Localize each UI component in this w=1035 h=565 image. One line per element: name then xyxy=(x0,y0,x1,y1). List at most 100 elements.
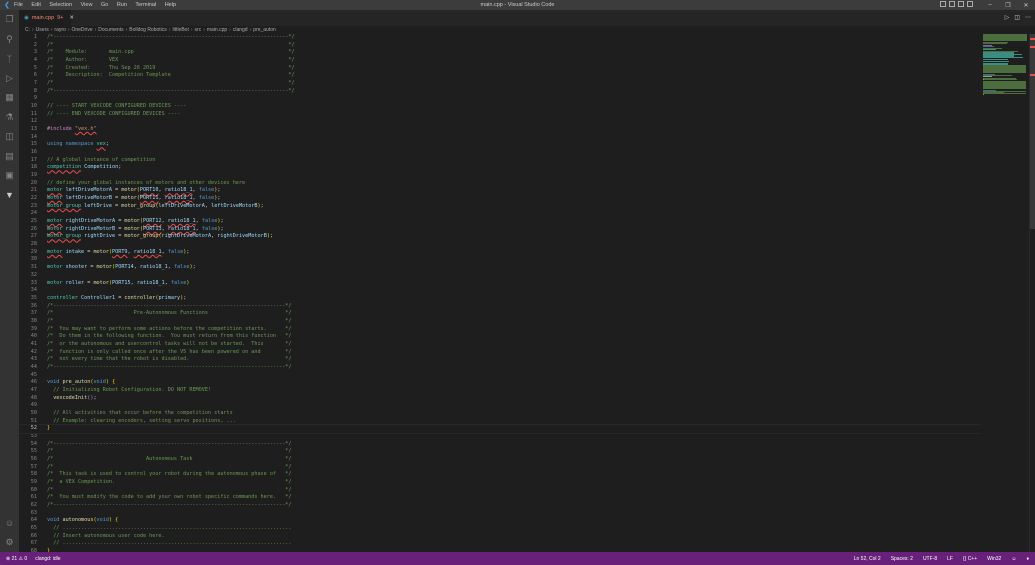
breadcrumb-item[interactable]: C: xyxy=(25,27,30,33)
code-line[interactable]: 50 // All activities that occur before t… xyxy=(19,410,981,418)
code-line[interactable]: 22 motor leftDriveMotorB = motor(PORT11, … xyxy=(19,195,981,203)
code-line[interactable]: 31 motor shooter = motor(PORT14, ratio18_… xyxy=(19,264,981,272)
code-line[interactable]: 51 // Example: clearing encoders, settin… xyxy=(19,418,981,426)
clangd-status[interactable]: clangd: idle xyxy=(35,556,60,562)
encoding[interactable]: UTF-8 xyxy=(923,556,937,562)
code-line[interactable]: 54 /*------------------------------------… xyxy=(19,441,981,449)
testing-icon[interactable]: ⚗ xyxy=(0,108,19,128)
breadcrumb-item[interactable]: Users xyxy=(36,27,49,33)
code-line[interactable]: 42 /* function is only called once after … xyxy=(19,349,981,357)
code-line[interactable]: 19 xyxy=(19,172,981,180)
breadcrumb-item[interactable]: clangd xyxy=(233,27,248,33)
breadcrumb-item[interactable]: littleBot xyxy=(172,27,188,33)
code-line[interactable]: 11 // ---- END VEXCODE CONFIGURED DEVICES… xyxy=(19,111,981,119)
code-line[interactable]: 1 /*-------------------------------------… xyxy=(19,34,981,42)
code-line[interactable]: 57 /* */ xyxy=(19,464,981,472)
menu-view[interactable]: View xyxy=(81,2,93,8)
breadcrumb-item[interactable]: src xyxy=(195,27,202,33)
search-icon[interactable]: ⚲ xyxy=(0,30,19,50)
code-line[interactable]: 17 // A global instance of competition xyxy=(19,157,981,165)
code-line[interactable]: 35 controller Controller1 = controller(pr… xyxy=(19,295,981,303)
code-line[interactable]: 45 xyxy=(19,372,981,380)
extensions-icon[interactable]: ▦ xyxy=(0,88,19,108)
code-line[interactable]: 16 xyxy=(19,149,981,157)
code-line[interactable]: 67 // ..................................… xyxy=(19,540,981,548)
code-line[interactable]: 44 /*------------------------------------… xyxy=(19,364,981,372)
menu-edit[interactable]: Edit xyxy=(31,2,40,8)
code-line[interactable]: 9 xyxy=(19,95,981,103)
run-icon[interactable]: ▷ xyxy=(1005,14,1010,21)
code-line[interactable]: 65 // ..................................… xyxy=(19,525,981,533)
code-line[interactable]: 56 /* Autonomous Task */ xyxy=(19,456,981,464)
breadcrumb-item[interactable]: rayro xyxy=(54,27,65,33)
code-editor[interactable]: 1 /*-------------------------------------… xyxy=(19,34,981,552)
code-line[interactable]: 43 /* not every time that the robot is di… xyxy=(19,356,981,364)
close-tab-icon[interactable]: ✕ xyxy=(69,15,74,21)
split-editor-icon[interactable]: ◫ xyxy=(1014,14,1020,21)
code-line[interactable]: 12 xyxy=(19,118,981,126)
remote-explorer-icon[interactable]: ◫ xyxy=(0,127,19,147)
code-line[interactable]: 64 void autonomous(void) { xyxy=(19,517,981,525)
code-line[interactable]: 32 xyxy=(19,272,981,280)
code-line[interactable]: 23 motor_group leftDrive = motor_group(le… xyxy=(19,203,981,211)
breadcrumb-item[interactable]: main.cpp xyxy=(207,27,227,33)
problems-status[interactable]: ⊗ 21 ⚠ 0 xyxy=(6,556,27,562)
code-line[interactable]: 7 /* */ xyxy=(19,80,981,88)
code-line[interactable]: 58 /* This task is used to control your r… xyxy=(19,471,981,479)
breadcrumb-item[interactable]: Documents xyxy=(98,27,123,33)
code-line[interactable]: 55 /* */ xyxy=(19,448,981,456)
menu-terminal[interactable]: Terminal xyxy=(135,2,156,8)
code-line[interactable]: 52} xyxy=(19,424,981,434)
accounts-icon[interactable]: ☺ xyxy=(0,513,19,533)
code-line[interactable]: 18 competition Competition; xyxy=(19,164,981,172)
more-actions-icon[interactable]: ⋯ xyxy=(1025,14,1031,21)
code-line[interactable]: 24 xyxy=(19,210,981,218)
menu-run[interactable]: Run xyxy=(117,2,127,8)
code-line[interactable]: 34 xyxy=(19,287,981,295)
code-line[interactable]: 36 /*------------------------------------… xyxy=(19,303,981,311)
code-line[interactable]: 14 xyxy=(19,134,981,142)
source-control-icon[interactable]: ᛉ xyxy=(0,49,19,69)
code-line[interactable]: 39 /* You may want to perform some action… xyxy=(19,326,981,334)
code-line[interactable]: 4 /* Author: VEX */ xyxy=(19,57,981,65)
feedback-icon[interactable]: ☺ xyxy=(1011,556,1016,562)
settings-gear-icon[interactable]: ⚙ xyxy=(0,533,19,553)
code-line[interactable]: 26 motor rightDriveMotorB = motor(PORT13,… xyxy=(19,226,981,234)
code-line[interactable]: 37 /* Pre-Autonomous Functions */ xyxy=(19,310,981,318)
menu-file[interactable]: File xyxy=(14,2,23,8)
code-line[interactable]: 30 xyxy=(19,256,981,264)
customize-layout-icon[interactable] xyxy=(967,1,973,7)
menu-go[interactable]: Go xyxy=(101,2,108,8)
scrollbar-thumb[interactable] xyxy=(1030,34,1035,229)
language-mode[interactable]: {} C++ xyxy=(963,556,977,562)
code-line[interactable]: 28 xyxy=(19,241,981,249)
code-line[interactable]: 59 /* a VEX Competition. */ xyxy=(19,479,981,487)
toggle-secondary-sidebar-icon[interactable] xyxy=(958,1,964,7)
close-window-button[interactable]: ✕ xyxy=(1017,2,1035,9)
vex-extension-icon[interactable]: ▼ xyxy=(0,186,19,206)
platform[interactable]: Win32 xyxy=(987,556,1001,562)
restore-button[interactable]: ❐ xyxy=(999,2,1017,9)
explorer-icon[interactable]: ❐ xyxy=(0,10,19,30)
code-line[interactable]: 62 /*------------------------------------… xyxy=(19,502,981,510)
menu-selection[interactable]: Selection xyxy=(49,2,72,8)
code-line[interactable]: 21 motor leftDriveMotorA = motor(PORT10, … xyxy=(19,187,981,195)
code-line[interactable]: 2 /* */ xyxy=(19,42,981,50)
code-line[interactable]: 47 // Initializing Robot Configuration. … xyxy=(19,387,981,395)
code-line[interactable]: 5 /* Created: Thu Sep 26 2019 */ xyxy=(19,65,981,73)
code-line[interactable]: 49 xyxy=(19,402,981,410)
code-line[interactable]: 48 vexcodeInit(); xyxy=(19,395,981,403)
cursor-position[interactable]: Ln 52, Col 2 xyxy=(854,556,881,562)
image-icon[interactable]: ▣ xyxy=(0,166,19,186)
code-line[interactable]: 40 /* Do them in the following function. … xyxy=(19,333,981,341)
code-line[interactable]: 6 /* Description: Competition Template */ xyxy=(19,72,981,80)
toggle-sidebar-icon[interactable] xyxy=(940,1,946,7)
code-line[interactable]: 66 // Insert autonomous user code here. xyxy=(19,533,981,541)
code-line[interactable]: 60 /* */ xyxy=(19,487,981,495)
editor-scrollbar[interactable] xyxy=(1029,34,1035,552)
code-line[interactable]: 20 // define your global instances of mot… xyxy=(19,180,981,188)
code-line[interactable]: 8 /*-------------------------------------… xyxy=(19,88,981,96)
code-line[interactable]: 13 #include "vex.h" xyxy=(19,126,981,134)
indentation[interactable]: Spaces: 2 xyxy=(891,556,913,562)
code-line[interactable]: 3 /* Module: main.cpp */ xyxy=(19,49,981,57)
